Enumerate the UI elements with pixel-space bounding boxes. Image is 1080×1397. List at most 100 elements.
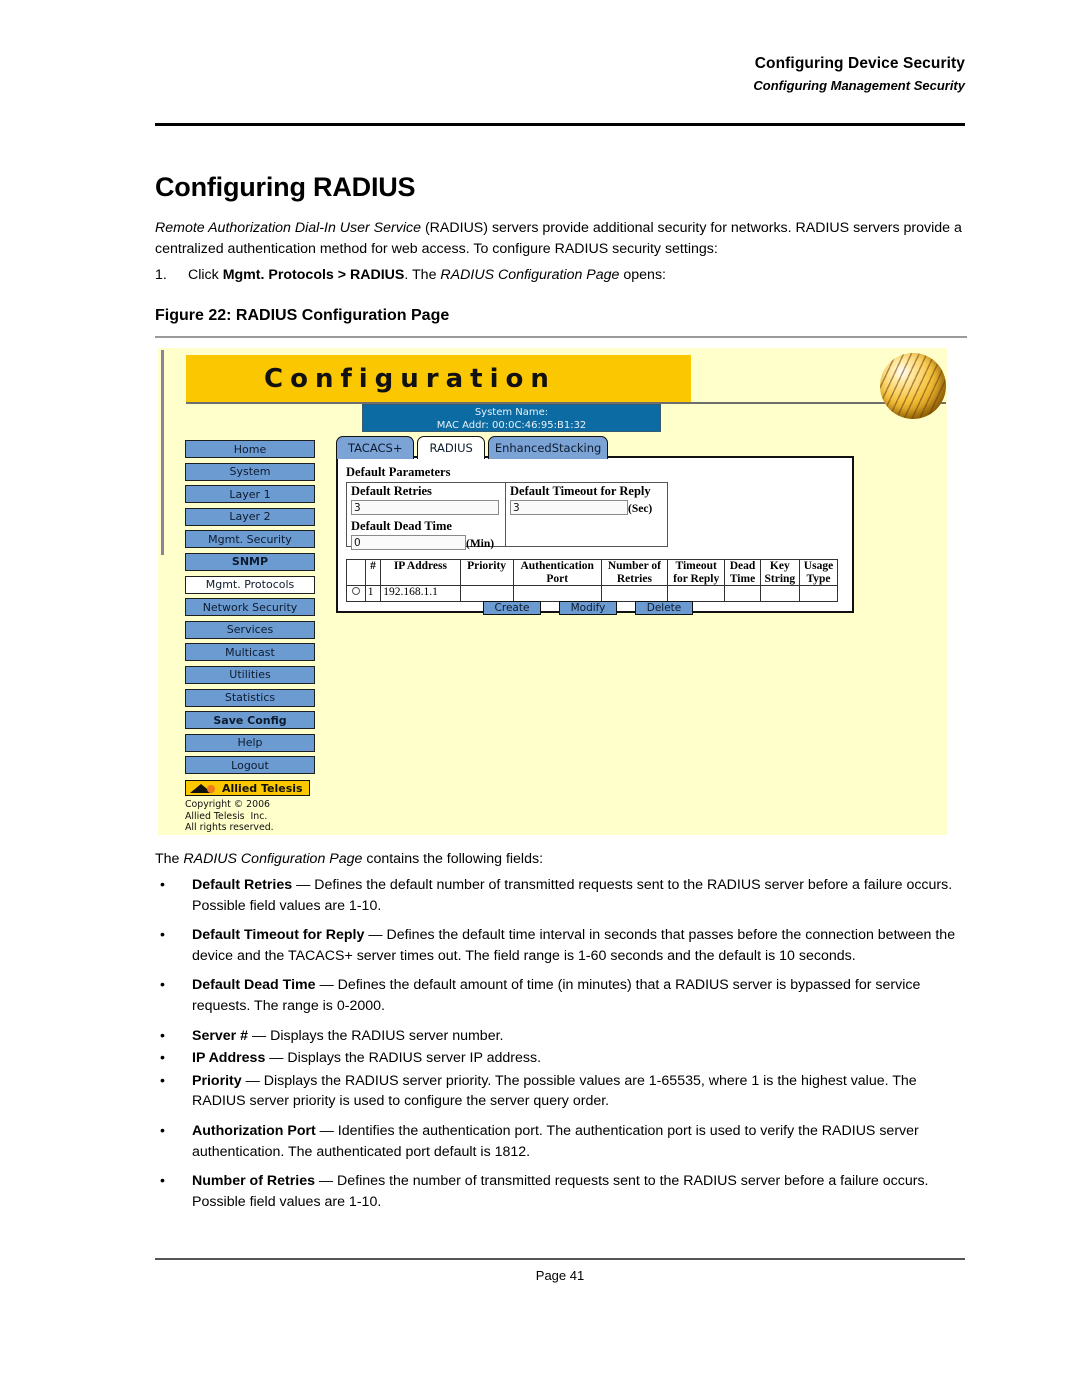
tab-label: RADIUS <box>429 441 473 455</box>
sidebar-item-network-security[interactable]: Network Security <box>185 598 315 617</box>
sidebar-item-layer-2[interactable]: Layer 2 <box>185 507 315 526</box>
table-column-header: Timeout for Reply <box>666 559 726 586</box>
field-description-item: • Default Timeout for Reply — Defines the… <box>155 925 970 966</box>
header-subtitle: Configuring Management Security <box>753 78 965 93</box>
table-cell <box>600 585 669 602</box>
bullet-marker: • <box>160 977 165 994</box>
table-column-header: Number of Retries <box>600 559 669 586</box>
sidebar-item-label: System <box>229 465 271 479</box>
page-number: Page 41 <box>535 1268 585 1283</box>
table-column-header: # <box>364 559 382 586</box>
field-description-text: Number of Retries — Defines the number o… <box>192 1173 929 1210</box>
sidebar-item-label: Logout <box>231 758 269 772</box>
tab-tacacs[interactable]: TACACS+ <box>336 436 415 459</box>
tab-label: Enhanced <box>494 440 552 455</box>
default-parameters-right-column: Default Timeout for Reply 3 (Sec) <box>506 483 667 546</box>
modify-button[interactable]: Modify <box>559 601 617 615</box>
table-column-header: IP Address <box>380 559 461 586</box>
create-button[interactable]: Create <box>483 601 541 615</box>
globe-icon <box>880 353 946 419</box>
dead-time-unit: (Min) <box>466 538 495 550</box>
default-dead-time-input[interactable]: 0 <box>351 535 466 550</box>
system-info-bar: System Name: MAC Addr: 00:0C:46:95:B1:32 <box>362 404 661 432</box>
field-description-item: • Server # — Displays the RADIUS server n… <box>155 1026 970 1047</box>
sidebar-item-label: Help <box>237 736 263 750</box>
bullet-marker: • <box>160 1050 165 1067</box>
field-description-text: Default Retries — Defines the default nu… <box>192 877 953 914</box>
default-parameters-left-column: Default Retries 3 Default Dead Time 0 (M… <box>347 483 506 550</box>
sidebar-item-snmp[interactable]: SNMP <box>185 552 315 571</box>
sidebar-item-statistics[interactable]: Statistics <box>185 688 315 707</box>
footer-divider <box>155 1258 965 1260</box>
table-cell: 1 <box>364 585 382 602</box>
system-name-label: System Name: <box>474 407 549 418</box>
sidebar-item-label: Statistics <box>224 691 276 705</box>
radius-servers-table: # IP Address Priority Authentication Port Nu… <box>346 559 838 602</box>
banner-title: Configuration <box>264 363 556 394</box>
intro-paragraph: Remote Authorization Dial-In User Servic… <box>155 220 962 257</box>
fields-lead-text: The RADIUS Configuration Page contains t… <box>155 851 544 867</box>
sidebar-item-system[interactable]: System <box>185 462 315 481</box>
tab-radius[interactable]: RADIUS <box>417 436 485 459</box>
table-column-header <box>346 559 366 586</box>
sidebar-item-help[interactable]: Help <box>185 733 315 752</box>
mac-address-label: MAC Addr: 00:0C:46:95:B1:32 <box>436 420 587 431</box>
sidebar-item-label: Layer 2 <box>229 510 271 524</box>
table-column-header: Priority <box>459 559 514 586</box>
tab-bar: TACACS+ RADIUS Enhanced Stacking <box>336 434 611 459</box>
row-select-radio[interactable] <box>346 585 366 602</box>
field-description-item: • Default Dead Time — Defines the default… <box>155 975 970 1016</box>
sidebar-item-label: Mgmt. Security <box>208 532 292 546</box>
header-divider <box>155 123 965 126</box>
page-title: Configuring RADIUS <box>155 172 416 202</box>
sidebar-item-logout[interactable]: Logout <box>185 756 315 775</box>
delete-button[interactable]: Delete <box>635 601 693 615</box>
table-cell <box>759 585 801 602</box>
field-description-text: Server # — Displays the RADIUS server nu… <box>192 1027 504 1044</box>
sidebar-item-multicast[interactable]: Multicast <box>185 643 315 662</box>
page-header: Configuring Device Security Configuring … <box>155 55 965 93</box>
sidebar-item-label: Network Security <box>202 600 298 614</box>
table-column-header: Authentication Port <box>512 559 602 586</box>
radius-configuration-figure: Configuration System Name: MAC Addr: 00:… <box>158 348 947 835</box>
table-column-header: Key String <box>759 559 801 586</box>
default-parameters-label: Default Parameters <box>346 465 451 479</box>
figure-left-accent-line <box>161 350 164 555</box>
action-button-row: Create Modify Delete <box>338 601 830 615</box>
figure-caption: Figure 22: RADIUS Configuration Page <box>155 307 450 324</box>
table-row[interactable]: 1 192.168.1.1 <box>346 585 838 602</box>
sidebar-item-label: Layer 1 <box>229 487 271 501</box>
default-timeout-input[interactable]: 3 <box>510 500 628 515</box>
sidebar-item-save-config[interactable]: Save Config <box>185 711 315 730</box>
field-description-item: • IP Address — Displays the RADIUS server… <box>155 1048 970 1069</box>
sidebar-nav: Home System Layer 1 Layer 2 Mgmt. Security SN… <box>185 440 315 779</box>
step-number: 1. <box>155 267 167 283</box>
radio-button-icon[interactable] <box>351 587 360 595</box>
default-dead-time-label: Default Dead Time <box>351 519 452 533</box>
field-description-item: • Default Retries — Defines the default n… <box>155 875 970 916</box>
bullet-marker: • <box>160 1173 165 1190</box>
figure-caption-divider <box>155 336 967 338</box>
header-title: Configuring Device Security <box>754 55 965 72</box>
allied-telesis-logo-text: Allied Telesis <box>222 781 303 795</box>
sidebar-item-utilities[interactable]: Utilities <box>185 665 315 684</box>
field-description-text: Authorization Port — Identifies the auth… <box>192 1122 919 1160</box>
tab-label: Stacking <box>551 440 602 455</box>
default-timeout-label: Default Timeout for Reply <box>510 484 651 498</box>
sidebar-item-layer-1[interactable]: Layer 1 <box>185 485 315 504</box>
allied-telesis-mark-icon <box>190 783 220 794</box>
sidebar-item-label: Mgmt. Protocols <box>205 578 295 592</box>
sidebar-item-mgmt-security[interactable]: Mgmt. Security <box>185 530 315 549</box>
field-descriptions-list: • Default Retries — Defines the default n… <box>155 875 970 1221</box>
button-label: Modify <box>570 602 606 614</box>
field-description-text: Priority — Displays the RADIUS server pr… <box>192 1072 917 1110</box>
default-parameters-box: Default Retries 3 Default Dead Time 0 (M… <box>346 482 668 550</box>
default-retries-input[interactable]: 3 <box>351 500 499 515</box>
table-cell: 192.168.1.1 <box>380 585 461 602</box>
tab-enhanced-stacking[interactable]: Enhanced Stacking <box>487 436 609 459</box>
bullet-marker: • <box>160 877 165 893</box>
sidebar-item-mgmt-protocols[interactable]: Mgmt. Protocols <box>185 575 315 594</box>
sidebar-item-home[interactable]: Home <box>185 440 315 458</box>
sidebar-item-services[interactable]: Services <box>185 620 315 639</box>
table-column-header: Usage Type <box>799 559 838 586</box>
